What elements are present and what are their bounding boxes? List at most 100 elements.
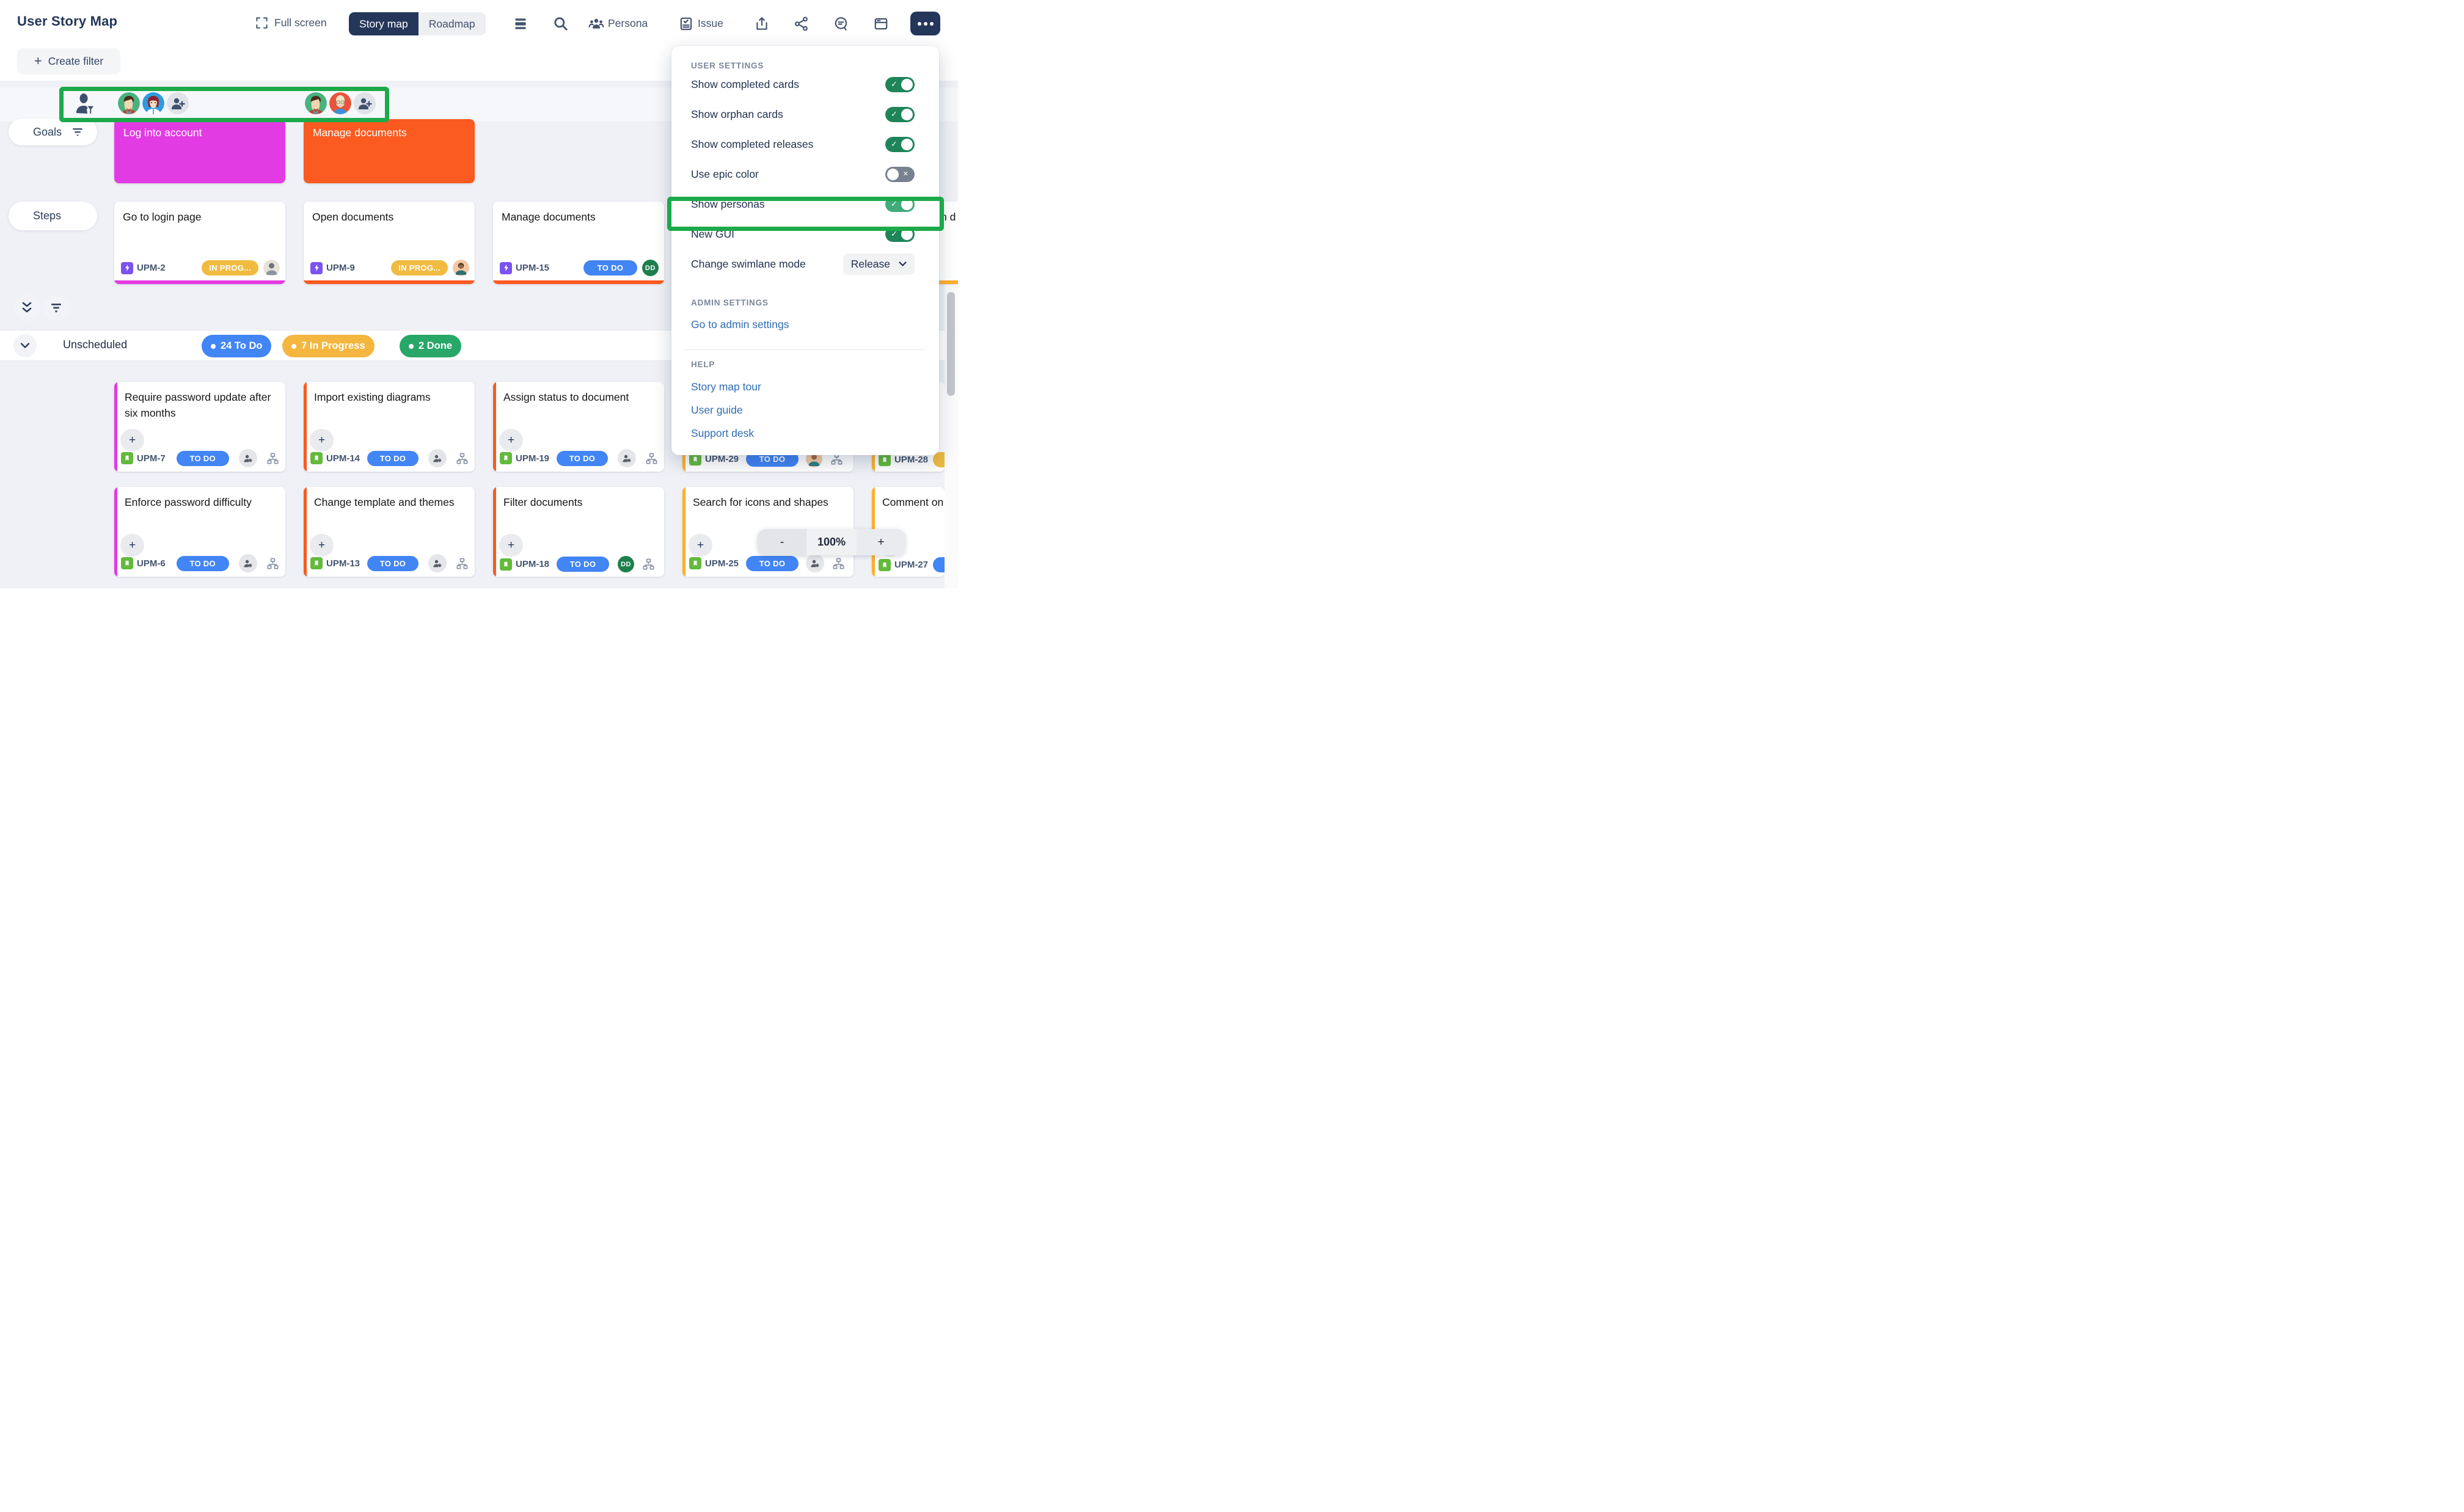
hierarchy-icon[interactable] — [832, 557, 846, 571]
done-count-pill[interactable]: 2 Done — [400, 335, 461, 357]
issue-key: UPM-25 — [705, 558, 739, 569]
vertical-scrollbar[interactable] — [945, 285, 958, 588]
story-card[interactable]: Enforce password difficulty + UPM-6 TO D… — [114, 487, 285, 577]
assign-persona-icon[interactable] — [239, 449, 257, 467]
status-badge[interactable]: IN PROG... — [391, 260, 448, 276]
status-badge[interactable]: TO DO — [933, 557, 945, 572]
status-badge[interactable]: TO DO — [177, 556, 229, 571]
tab-story-map[interactable]: Story map — [349, 12, 419, 35]
status-badge[interactable]: TO DO — [367, 451, 419, 466]
tab-roadmap[interactable]: Roadmap — [419, 12, 486, 35]
hierarchy-icon[interactable] — [642, 557, 656, 571]
avatar-persona-man[interactable] — [118, 92, 140, 114]
story-card[interactable]: Import existing diagrams + UPM-14 TO DO — [304, 382, 475, 472]
collapse-all-button[interactable] — [13, 294, 40, 321]
more-options-button[interactable] — [910, 12, 940, 35]
story-map-tour-link[interactable]: Story map tour — [691, 381, 761, 393]
avatar-persona-elder[interactable] — [329, 92, 351, 114]
assign-persona-icon[interactable] — [239, 554, 257, 572]
status-badge[interactable]: TO DO — [367, 556, 419, 571]
create-filter-button[interactable]: + Create filter — [17, 48, 120, 75]
swimlane-rows-icon[interactable] — [513, 16, 528, 32]
issue-key: UPM-7 — [137, 453, 166, 464]
steps-lane-pill[interactable]: Steps — [9, 202, 97, 230]
status-badge[interactable]: TO DO — [557, 451, 608, 466]
step-card[interactable]: Manage documents UPM-15 TO DO DD — [493, 202, 664, 284]
export-icon[interactable] — [754, 16, 770, 32]
issue-key: UPM-18 — [516, 559, 549, 569]
add-card-button[interactable]: + — [310, 534, 334, 557]
story-card[interactable]: Assign status to document + UPM-19 TO DO — [493, 382, 664, 472]
status-badge[interactable]: TO DO — [557, 557, 609, 572]
fullscreen-button[interactable]: Full screen — [255, 16, 327, 30]
add-card-button[interactable]: + — [120, 534, 144, 557]
release-name: Unscheduled — [63, 338, 127, 351]
toggle-show-personas[interactable] — [885, 197, 915, 212]
goal-card[interactable]: Manage documents — [304, 119, 475, 183]
add-persona-button[interactable] — [167, 92, 189, 114]
add-card-button[interactable]: + — [499, 429, 523, 451]
menu-item-use-epic-color[interactable]: Use epic color — [691, 166, 915, 182]
assign-persona-icon[interactable] — [618, 449, 636, 467]
menu-item-show-completed-cards[interactable]: Show completed cards — [691, 76, 915, 92]
toggle-new-gui[interactable] — [885, 227, 915, 242]
issue-label[interactable]: Issue — [698, 17, 723, 30]
goal-card[interactable]: Log into account — [114, 119, 285, 183]
zoom-in-button[interactable]: + — [857, 529, 905, 555]
add-card-button[interactable]: + — [689, 534, 712, 557]
avatar-persona-woman[interactable] — [142, 92, 164, 114]
card-title: Enforce password difficulty — [114, 487, 285, 510]
status-badge[interactable]: TO DO — [583, 260, 637, 276]
inprogress-count-pill[interactable]: 7 In Progress — [282, 335, 375, 357]
step-card[interactable]: Open documents UPM-9 IN PROG... — [304, 202, 475, 284]
zoom-out-button[interactable]: - — [758, 529, 806, 555]
avatar-persona-man-2[interactable] — [305, 92, 327, 114]
add-persona-button-2[interactable] — [354, 92, 376, 114]
persona-label[interactable]: Persona — [608, 17, 648, 30]
menu-item-show-completed-releases[interactable]: Show completed releases — [691, 136, 915, 152]
add-card-button[interactable]: + — [499, 534, 523, 557]
toggle-show-orphan-cards[interactable] — [885, 107, 915, 122]
hierarchy-icon[interactable] — [645, 451, 659, 466]
scrollbar-thumb[interactable] — [947, 292, 955, 396]
hierarchy-icon[interactable] — [455, 557, 469, 571]
add-card-button[interactable]: + — [310, 429, 334, 451]
assign-persona-icon[interactable] — [428, 554, 447, 572]
status-badge[interactable]: IN PROG... — [202, 260, 258, 276]
menu-item-show-personas[interactable]: Show personas — [691, 196, 915, 212]
persona-icon[interactable] — [588, 16, 604, 32]
toggle-show-completed-cards[interactable] — [885, 77, 915, 92]
menu-item-new-gui[interactable]: New GUI — [691, 226, 915, 242]
user-story-map-app: User Story Map Full screen Story map Roa… — [0, 0, 958, 588]
toggle-show-completed-releases[interactable] — [885, 137, 915, 152]
step-card-partial[interactable]: n d — [939, 202, 958, 284]
toggle-use-epic-color[interactable] — [885, 167, 915, 182]
story-card[interactable]: Filter documents + UPM-18 TO DO DD — [493, 487, 664, 577]
panel-icon[interactable] — [873, 16, 889, 32]
go-to-admin-settings-link[interactable]: Go to admin settings — [691, 318, 789, 331]
hierarchy-icon[interactable] — [266, 557, 280, 571]
assign-persona-icon[interactable] — [806, 554, 824, 572]
step-card[interactable]: Go to login page UPM-2 IN PROG... — [114, 202, 285, 284]
persona-filter-icon[interactable] — [73, 91, 98, 117]
menu-item-show-orphan-cards[interactable]: Show orphan cards — [691, 106, 915, 122]
story-card[interactable]: Require password update after six months… — [114, 382, 285, 472]
status-badge[interactable]: TO DO — [177, 451, 229, 466]
todo-count-pill[interactable]: 24 To Do — [202, 335, 271, 357]
status-badge[interactable]: TO DO — [746, 556, 799, 571]
swimlane-mode-select[interactable]: Release — [843, 254, 915, 275]
hierarchy-icon[interactable] — [455, 451, 469, 466]
support-desk-link[interactable]: Support desk — [691, 427, 754, 440]
feedback-icon[interactable] — [833, 16, 849, 32]
issue-icon[interactable] — [678, 16, 694, 32]
assign-persona-icon[interactable] — [428, 449, 447, 467]
collapse-release-button[interactable] — [13, 334, 37, 357]
hierarchy-icon[interactable] — [266, 451, 280, 466]
story-card[interactable]: Change template and themes + UPM-13 TO D… — [304, 487, 475, 577]
share-icon[interactable] — [794, 16, 810, 32]
add-card-button[interactable]: + — [120, 429, 144, 451]
goals-lane-pill[interactable]: Goals — [9, 119, 97, 145]
user-guide-link[interactable]: User guide — [691, 404, 743, 417]
board-filter-button[interactable] — [43, 294, 70, 321]
search-icon[interactable] — [553, 16, 569, 32]
